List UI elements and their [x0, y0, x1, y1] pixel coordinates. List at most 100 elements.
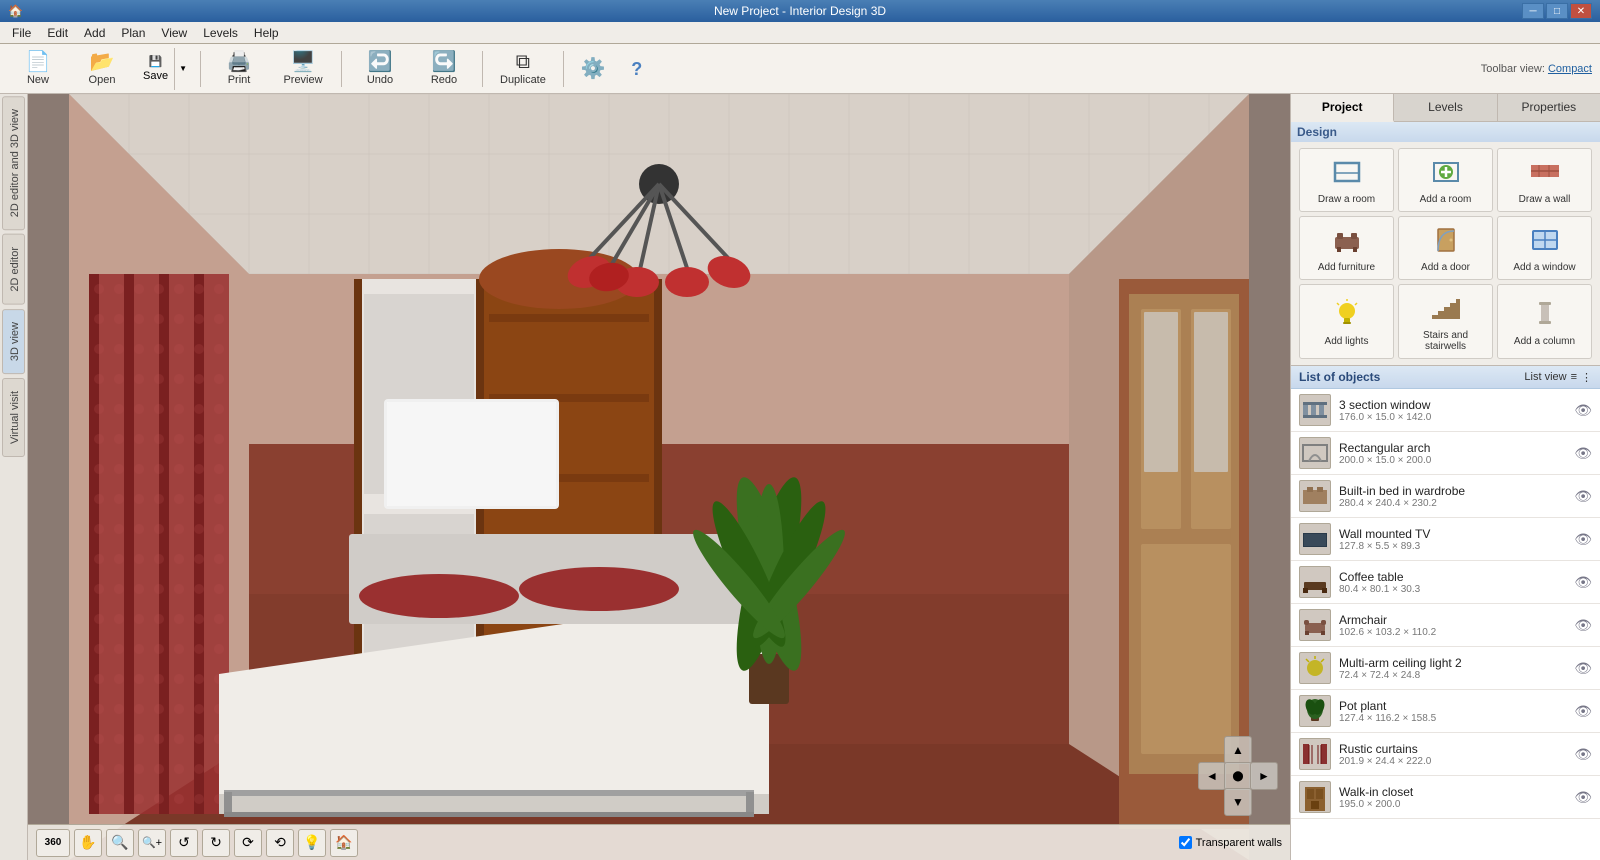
preview-icon: 🖥️	[291, 52, 316, 72]
menu-plan[interactable]: Plan	[113, 24, 153, 42]
tilt-forward-button[interactable]: ⟲	[266, 829, 294, 857]
visibility-toggle[interactable]: 👁	[1574, 703, 1592, 720]
tab-project[interactable]: Project	[1291, 94, 1394, 122]
tab-levels[interactable]: Levels	[1394, 94, 1497, 121]
tab-virtual-visit[interactable]: Virtual visit	[2, 378, 25, 457]
close-button[interactable]: ✕	[1570, 3, 1592, 19]
maximize-button[interactable]: □	[1546, 3, 1568, 19]
nav-center-button[interactable]: ⬤	[1224, 762, 1252, 790]
save-button-split[interactable]: 💾 Save ▼	[136, 47, 192, 91]
visibility-toggle[interactable]: 👁	[1574, 789, 1592, 806]
list-item[interactable]: Rectangular arch 200.0 × 15.0 × 200.0 👁	[1291, 432, 1600, 475]
list-item[interactable]: Wall mounted TV 127.8 × 5.5 × 89.3 👁	[1291, 518, 1600, 561]
visibility-toggle[interactable]: 👁	[1574, 402, 1592, 419]
tilt-back-button[interactable]: ⟳	[234, 829, 262, 857]
object-thumbnail	[1299, 523, 1331, 555]
viewport[interactable]: 360 ✋ 🔍 🔍+ ↺ ↻ ⟳ ⟲ 💡 🏠 Transparent walls…	[28, 94, 1290, 860]
new-icon: 📄	[26, 52, 51, 72]
design-section: Design Draw a room Add a room	[1291, 122, 1600, 366]
draw-wall-button[interactable]: Draw a wall	[1497, 148, 1592, 212]
add-lights-button[interactable]: Add lights	[1299, 284, 1394, 359]
settings-icon: ⚙️	[581, 59, 606, 79]
menu-edit[interactable]: Edit	[39, 24, 76, 42]
object-thumbnail	[1299, 781, 1331, 813]
toolbar-view-compact-link[interactable]: Compact	[1548, 63, 1592, 75]
object-thumbnail	[1299, 437, 1331, 469]
list-view-button[interactable]: List view ≡ ⋮	[1524, 371, 1592, 384]
add-room-icon	[1430, 155, 1462, 191]
save-dropdown-arrow[interactable]: ▼	[174, 48, 191, 90]
transparent-walls-control: Transparent walls	[1179, 836, 1282, 849]
toolbar-view-info: Toolbar view: Compact	[1481, 63, 1592, 75]
menu-help[interactable]: Help	[246, 24, 287, 42]
list-item[interactable]: Armchair 102.6 × 103.2 × 110.2 👁	[1291, 604, 1600, 647]
new-button[interactable]: 📄 New	[8, 47, 68, 91]
menu-view[interactable]: View	[153, 24, 195, 42]
settings-button[interactable]: ⚙️	[572, 47, 615, 91]
zoom-out-button[interactable]: 🔍	[106, 829, 134, 857]
right-panel: Project Levels Properties Design Draw a …	[1290, 94, 1600, 860]
list-header: List of objects List view ≡ ⋮	[1291, 366, 1600, 389]
nav-left-button[interactable]: ◄	[1198, 762, 1226, 790]
list-item[interactable]: Pot plant 127.4 × 116.2 × 158.5 👁	[1291, 690, 1600, 733]
visibility-toggle[interactable]: 👁	[1574, 617, 1592, 634]
open-button[interactable]: 📂 Open	[72, 47, 132, 91]
add-furniture-button[interactable]: Add furniture	[1299, 216, 1394, 280]
menu-add[interactable]: Add	[76, 24, 113, 42]
list-title: List of objects	[1299, 370, 1380, 384]
help-button[interactable]: ?	[619, 47, 655, 91]
rotate-right-button[interactable]: ↻	[202, 829, 230, 857]
help-icon: ?	[631, 60, 642, 78]
list-item[interactable]: Rustic curtains 201.9 × 24.4 × 222.0 👁	[1291, 733, 1600, 776]
side-tabs: 2D editor and 3D view 2D editor 3D view …	[0, 94, 28, 860]
save-icon: 💾	[149, 55, 163, 68]
pan-button[interactable]: ✋	[74, 829, 102, 857]
tab-2d-3d[interactable]: 2D editor and 3D view	[2, 96, 25, 230]
list-item[interactable]: Built-in bed in wardrobe 280.4 × 240.4 ×…	[1291, 475, 1600, 518]
draw-room-button[interactable]: Draw a room	[1299, 148, 1394, 212]
visibility-toggle[interactable]: 👁	[1574, 531, 1592, 548]
add-door-button[interactable]: Add a door	[1398, 216, 1493, 280]
add-column-button[interactable]: Add a column	[1497, 284, 1592, 359]
undo-button[interactable]: ↩️ Undo	[350, 47, 410, 91]
visibility-toggle[interactable]: 👁	[1574, 746, 1592, 763]
titlebar: 🏠 New Project - Interior Design 3D ─ □ ✕	[0, 0, 1600, 22]
tab-properties[interactable]: Properties	[1498, 94, 1600, 121]
redo-button[interactable]: ↪️ Redo	[414, 47, 474, 91]
stairs-button[interactable]: Stairs and stairwells	[1398, 284, 1493, 359]
nav-right-button[interactable]: ►	[1250, 762, 1278, 790]
visibility-toggle[interactable]: 👁	[1574, 574, 1592, 591]
duplicate-button[interactable]: ⧉ Duplicate	[491, 47, 555, 91]
light-button[interactable]: 💡	[298, 829, 326, 857]
objects-list[interactable]: 3 section window 176.0 × 15.0 × 142.0 👁 …	[1291, 389, 1600, 860]
menu-file[interactable]: File	[4, 24, 39, 42]
add-furniture-icon	[1331, 223, 1363, 259]
add-room-button[interactable]: Add a room	[1398, 148, 1493, 212]
tab-3d[interactable]: 3D view	[2, 309, 25, 374]
visibility-toggle[interactable]: 👁	[1574, 488, 1592, 505]
zoom-in-button[interactable]: 🔍+	[138, 829, 166, 857]
home-button[interactable]: 🏠	[330, 829, 358, 857]
visibility-toggle[interactable]: 👁	[1574, 660, 1592, 677]
tab-2d[interactable]: 2D editor	[2, 234, 25, 305]
visibility-toggle[interactable]: 👁	[1574, 445, 1592, 462]
preview-button[interactable]: 🖥️ Preview	[273, 47, 333, 91]
list-item[interactable]: Walk-in closet 195.0 × 200.0 👁	[1291, 776, 1600, 819]
draw-wall-icon	[1529, 155, 1561, 191]
menu-levels[interactable]: Levels	[195, 24, 246, 42]
list-options-icon: ⋮	[1581, 371, 1592, 384]
transparent-walls-checkbox[interactable]	[1179, 836, 1192, 849]
print-button[interactable]: 🖨️ Print	[209, 47, 269, 91]
minimize-button[interactable]: ─	[1522, 3, 1544, 19]
design-title: Design	[1291, 122, 1600, 142]
nav-down-button[interactable]: ▼	[1224, 788, 1252, 816]
rotate-left-button[interactable]: ↺	[170, 829, 198, 857]
view-360-button[interactable]: 360	[36, 829, 70, 857]
nav-up-button[interactable]: ▲	[1224, 736, 1252, 764]
list-item[interactable]: Coffee table 80.4 × 80.1 × 30.3 👁	[1291, 561, 1600, 604]
list-item[interactable]: 3 section window 176.0 × 15.0 × 142.0 👁	[1291, 389, 1600, 432]
list-item[interactable]: Multi-arm ceiling light 2 72.4 × 72.4 × …	[1291, 647, 1600, 690]
add-window-button[interactable]: Add a window	[1497, 216, 1592, 280]
add-lights-icon	[1331, 297, 1363, 333]
toolbar: 📄 New 📂 Open 💾 Save ▼ 🖨️ Print 🖥️ Previe…	[0, 44, 1600, 94]
